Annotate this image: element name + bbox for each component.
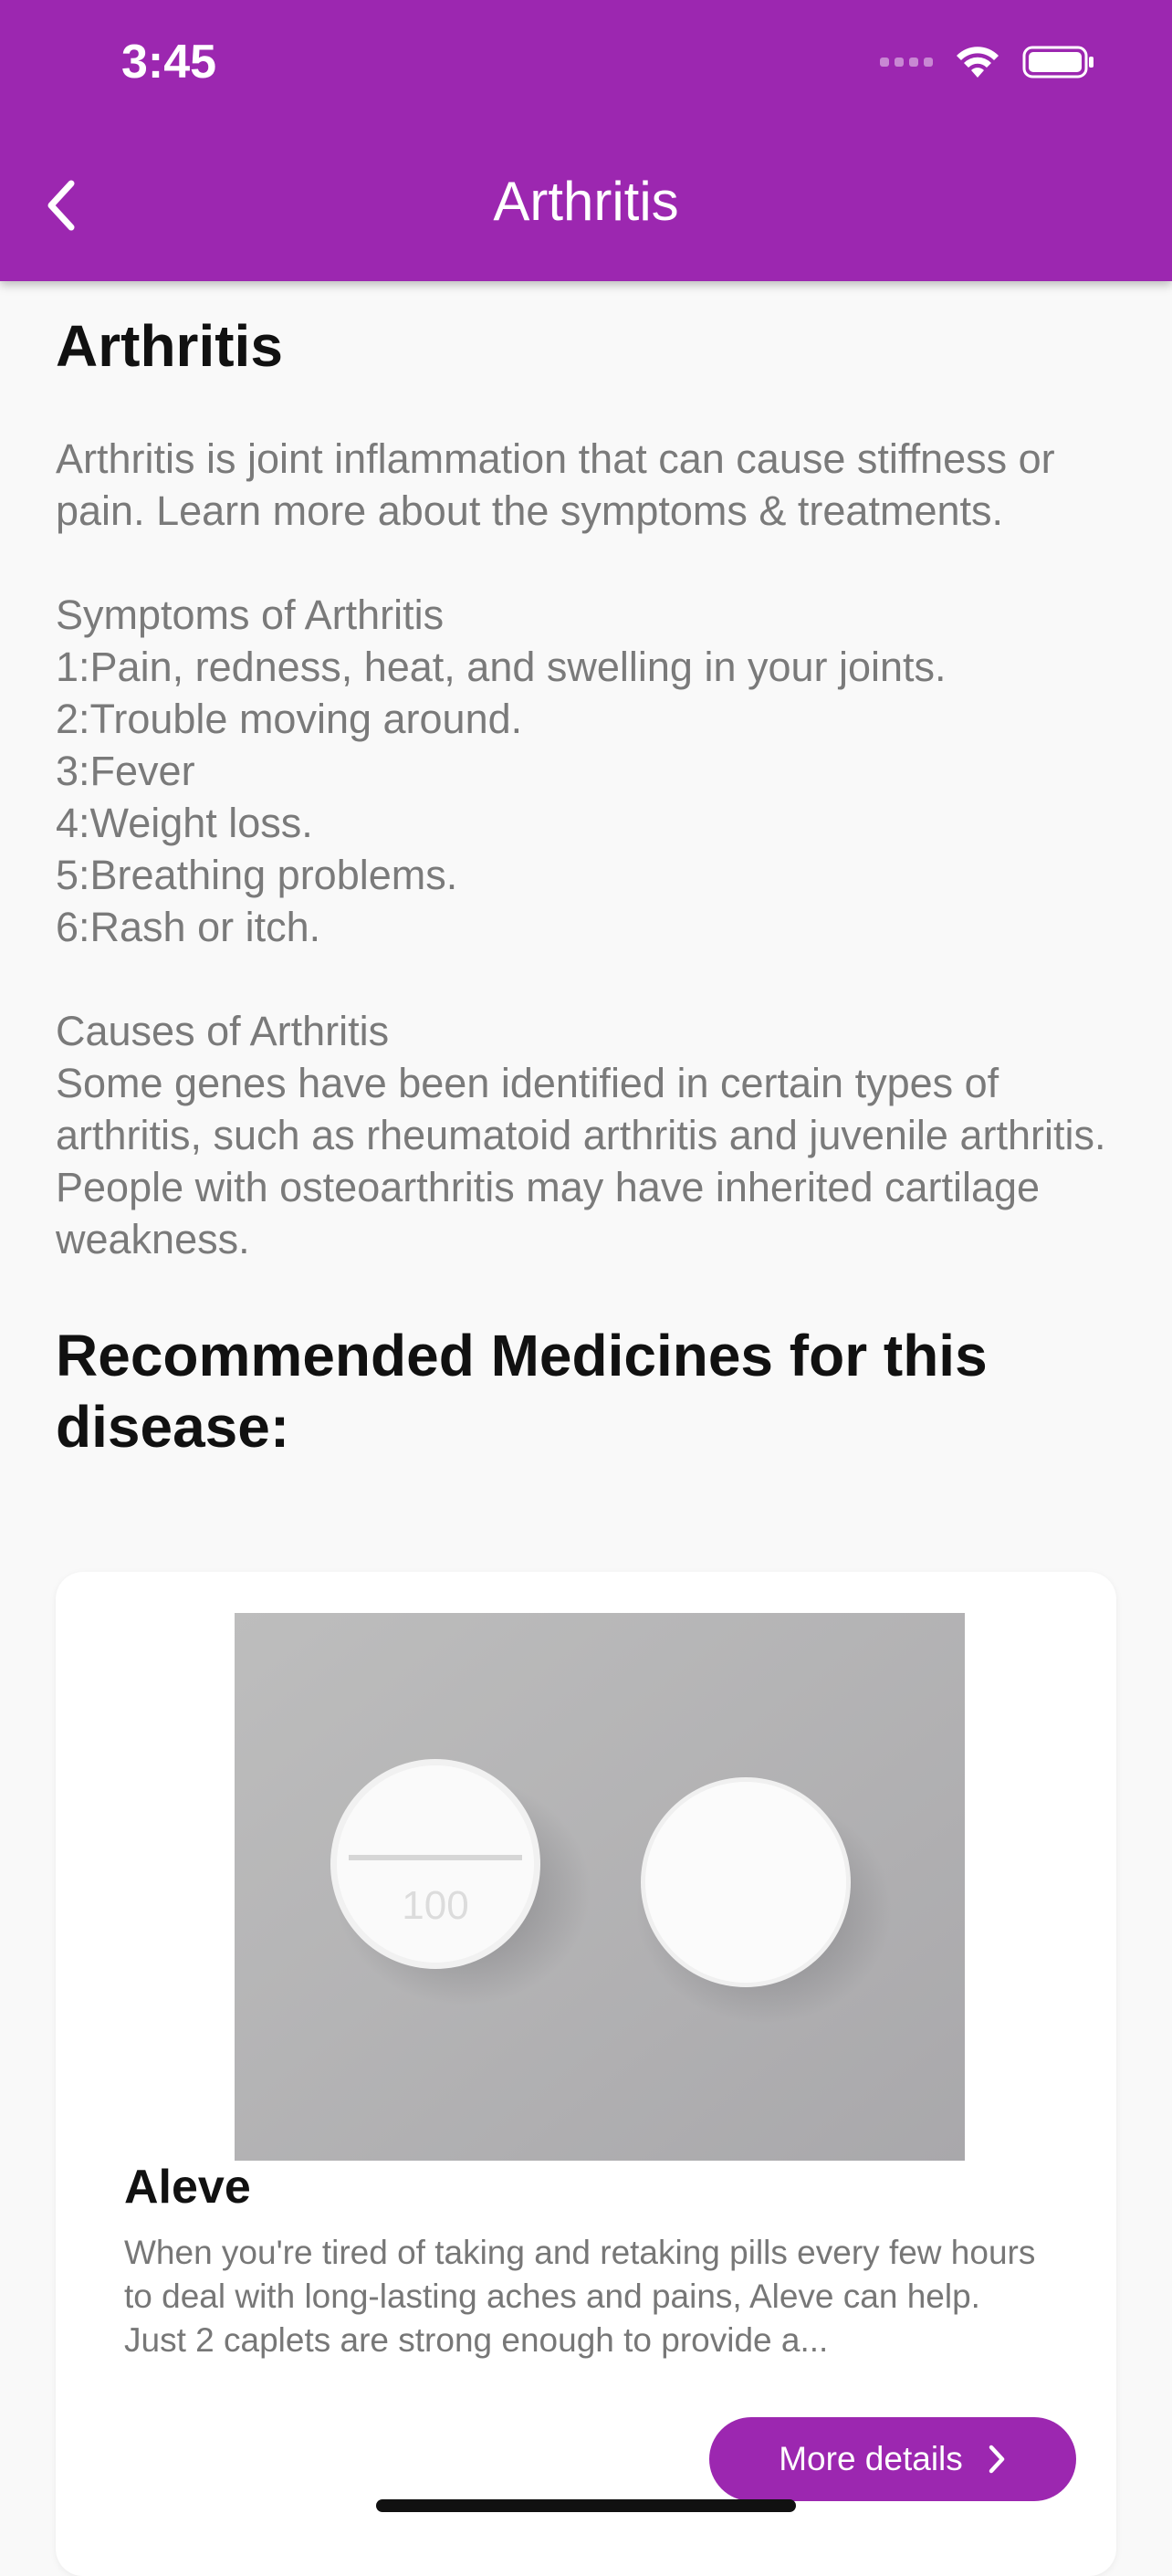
disease-description: Arthritis is joint inflammation that can… — [56, 435, 1106, 1262]
medicine-image: 100 — [235, 1613, 965, 2161]
medicine-card[interactable]: 100 Aleve When you're tired of taking an… — [56, 1572, 1116, 2576]
status-time: 3:45 — [121, 36, 217, 89]
app-bar-title: Arthritis — [493, 171, 679, 232]
more-details-button[interactable]: More details — [709, 2417, 1076, 2501]
battery-icon — [1022, 46, 1094, 79]
more-details-label: More details — [779, 2440, 963, 2477]
disease-heading: Arthritis — [56, 313, 283, 379]
chevron-right-icon — [989, 2445, 1005, 2474]
cellular-signal-icon — [880, 58, 933, 67]
status-icons — [880, 44, 1095, 80]
wifi-icon — [957, 47, 999, 78]
app-bar: 3:45 Arthritis — [0, 0, 1172, 281]
medicine-description: When you're tired of taking and retaking… — [124, 2234, 1036, 2359]
disease-content: Arthritis Arthritis is joint inflammatio… — [56, 301, 1114, 1462]
recommended-medicines-heading: Recommended Medicines for this disease: — [56, 1323, 988, 1460]
medicine-name: Aleve — [124, 2161, 251, 2214]
pill-imprint: 100 — [402, 1883, 468, 1928]
home-indicator[interactable] — [376, 2499, 796, 2512]
